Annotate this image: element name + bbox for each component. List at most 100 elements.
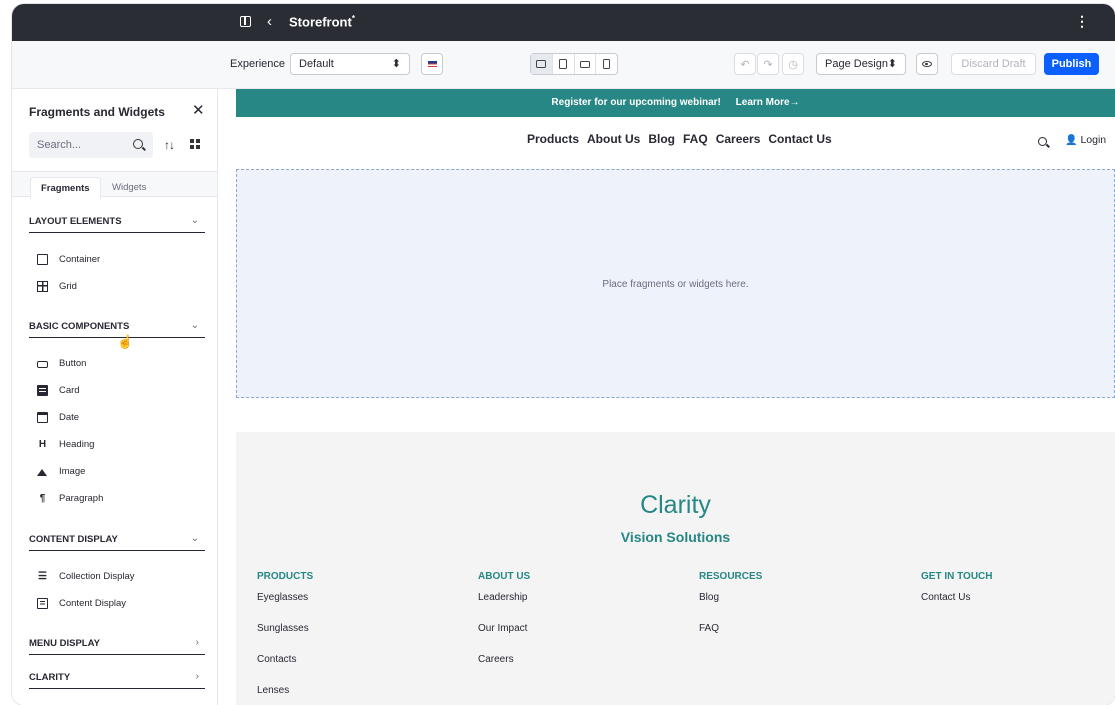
nav-link-products[interactable]: Products [527, 132, 579, 146]
search-icon[interactable] [1038, 137, 1047, 146]
brand-logo: Clarity [640, 491, 711, 519]
tab-fragments[interactable]: Fragments [30, 177, 101, 199]
fragments-panel: Fragments and Widgets ✕ ↑↓ Fragments Wid… [12, 89, 218, 705]
nav-link-contact-us[interactable]: Contact Us [768, 132, 831, 146]
container-icon [37, 253, 48, 265]
desktop-viewport-button[interactable] [531, 54, 553, 74]
nav-link-careers[interactable]: Careers [716, 132, 761, 146]
section-label: CONTENT DISPLAY [29, 534, 118, 545]
nav-links: Products About Us Blog FAQ Careers Conta… [527, 132, 832, 146]
section-label: MENU DISPLAY [29, 638, 100, 649]
footer-column-get-in-touch: GET IN TOUCH Contact Us [921, 571, 1101, 623]
calendar-icon [37, 411, 48, 423]
page-design-select[interactable]: Page Design ⬍ [816, 53, 906, 75]
preview-button[interactable] [916, 53, 938, 75]
footer-link[interactable]: FAQ [699, 623, 879, 654]
desktop-icon [536, 60, 547, 68]
discard-draft-button[interactable]: Discard Draft [951, 53, 1036, 75]
tablet-viewport-button[interactable] [553, 54, 575, 74]
footer-link[interactable]: Contact Us [921, 592, 1101, 623]
portrait-phone-viewport-button[interactable] [596, 54, 617, 74]
fragment-item-collection-display[interactable]: Collection Display [37, 568, 135, 584]
language-selector-button[interactable] [421, 53, 443, 75]
grid-view-icon[interactable] [190, 139, 200, 149]
fragment-item-image[interactable]: Image [37, 463, 85, 479]
site-navigation: Products About Us Blog FAQ Careers Conta… [236, 117, 1115, 167]
fragment-item-paragraph[interactable]: ¶ Paragraph [37, 490, 104, 506]
section-label: CLARITY [29, 672, 71, 683]
experience-value: Default [299, 58, 334, 70]
history-button[interactable]: ◷ [782, 53, 804, 75]
tablet-icon [559, 59, 568, 69]
sort-icon[interactable]: ↑↓ [164, 138, 175, 152]
fragment-label: Grid [59, 280, 77, 292]
us-flag-icon [428, 61, 437, 67]
draft-marker: * [351, 14, 355, 23]
nav-link-faq[interactable]: FAQ [683, 132, 708, 146]
fragment-item-content-display[interactable]: Content Display [37, 595, 126, 611]
fragment-label: Card [59, 384, 80, 396]
drop-zone-message: Place fragments or widgets here. [602, 279, 749, 290]
fragment-item-button[interactable]: Button [37, 355, 86, 371]
fragment-item-date[interactable]: Date [37, 409, 79, 425]
image-icon [37, 466, 48, 477]
undo-button[interactable]: ↶ [734, 53, 756, 75]
page-design-value: Page Design [825, 58, 888, 70]
landscape-phone-viewport-button[interactable] [575, 54, 597, 74]
footer-heading: GET IN TOUCH [921, 571, 993, 582]
section-menu-display[interactable]: MENU DISPLAY › [29, 635, 205, 655]
sidebar-toggle-icon[interactable] [240, 16, 251, 27]
panel-title: Fragments and Widgets [29, 105, 165, 119]
footer-link[interactable]: Lenses [257, 685, 437, 705]
content-display-icon [37, 597, 48, 609]
search-field [29, 132, 153, 158]
nav-link-blog[interactable]: Blog [648, 132, 675, 146]
footer-link[interactable]: Blog [699, 592, 879, 623]
footer-heading: RESOURCES [699, 571, 763, 582]
app-window: ‹ Storefront* ⋮ Experience Default ⬍ ↶ ↷… [12, 4, 1115, 705]
login-link[interactable]: 👤 Login [1065, 134, 1106, 146]
section-label: BASIC COMPONENTS [29, 321, 130, 332]
fragment-label: Content Display [59, 597, 127, 609]
redo-button[interactable]: ↷ [757, 53, 779, 75]
nav-link-about-us[interactable]: About Us [587, 132, 640, 146]
chevron-down-icon: ⌄ [190, 533, 199, 544]
section-clarity[interactable]: CLARITY › [29, 669, 205, 689]
select-arrows-icon: ⬍ [887, 58, 897, 70]
fragment-label: Collection Display [59, 570, 135, 582]
footer-link[interactable]: Careers [478, 654, 658, 685]
fragment-item-container[interactable]: Container [37, 251, 100, 267]
back-chevron-icon[interactable]: ‹ [267, 13, 272, 30]
search-input[interactable] [29, 132, 129, 158]
section-content-display[interactable]: CONTENT DISPLAY ⌄ [29, 531, 205, 551]
fragment-item-heading[interactable]: H Heading [37, 436, 95, 452]
section-layout-elements[interactable]: LAYOUT ELEMENTS ⌄ [29, 213, 205, 233]
history-icon: ◷ [788, 58, 798, 71]
footer-column-resources: RESOURCES Blog FAQ [699, 571, 879, 654]
experience-select[interactable]: Default ⬍ [290, 53, 410, 75]
fragment-item-card[interactable]: Card [37, 382, 80, 398]
footer-link[interactable]: Our Impact [478, 623, 658, 654]
footer-link[interactable]: Eyeglasses [257, 592, 437, 623]
site-footer: Clarity Vision Solutions PRODUCTS Eyegla… [236, 432, 1115, 705]
footer-link[interactable]: Leadership [478, 592, 658, 623]
login-label: Login [1080, 134, 1107, 146]
learn-more-link[interactable]: Learn More→ [736, 97, 800, 108]
page-title: Storefront* [289, 14, 355, 30]
tab-widgets[interactable]: Widgets [102, 177, 156, 199]
section-label: LAYOUT ELEMENTS [29, 216, 122, 227]
close-icon[interactable]: ✕ [192, 101, 205, 119]
footer-heading: PRODUCTS [257, 571, 314, 582]
select-arrows-icon: ⬍ [391, 58, 401, 70]
fragment-label: Container [59, 253, 101, 265]
publish-button[interactable]: Publish [1044, 53, 1099, 75]
chevron-right-icon: › [195, 637, 199, 648]
drop-zone[interactable]: Place fragments or widgets here. [236, 169, 1115, 398]
brand-tagline: Vision Solutions [620, 529, 731, 545]
search-icon[interactable] [133, 139, 143, 149]
fragment-item-grid[interactable]: Grid [37, 278, 77, 294]
more-options-icon[interactable]: ⋮ [1075, 13, 1089, 30]
footer-link[interactable]: Contacts [257, 654, 437, 685]
footer-column-about-us: ABOUT US Leadership Our Impact Careers [478, 571, 658, 685]
footer-link[interactable]: Sunglasses [257, 623, 437, 654]
